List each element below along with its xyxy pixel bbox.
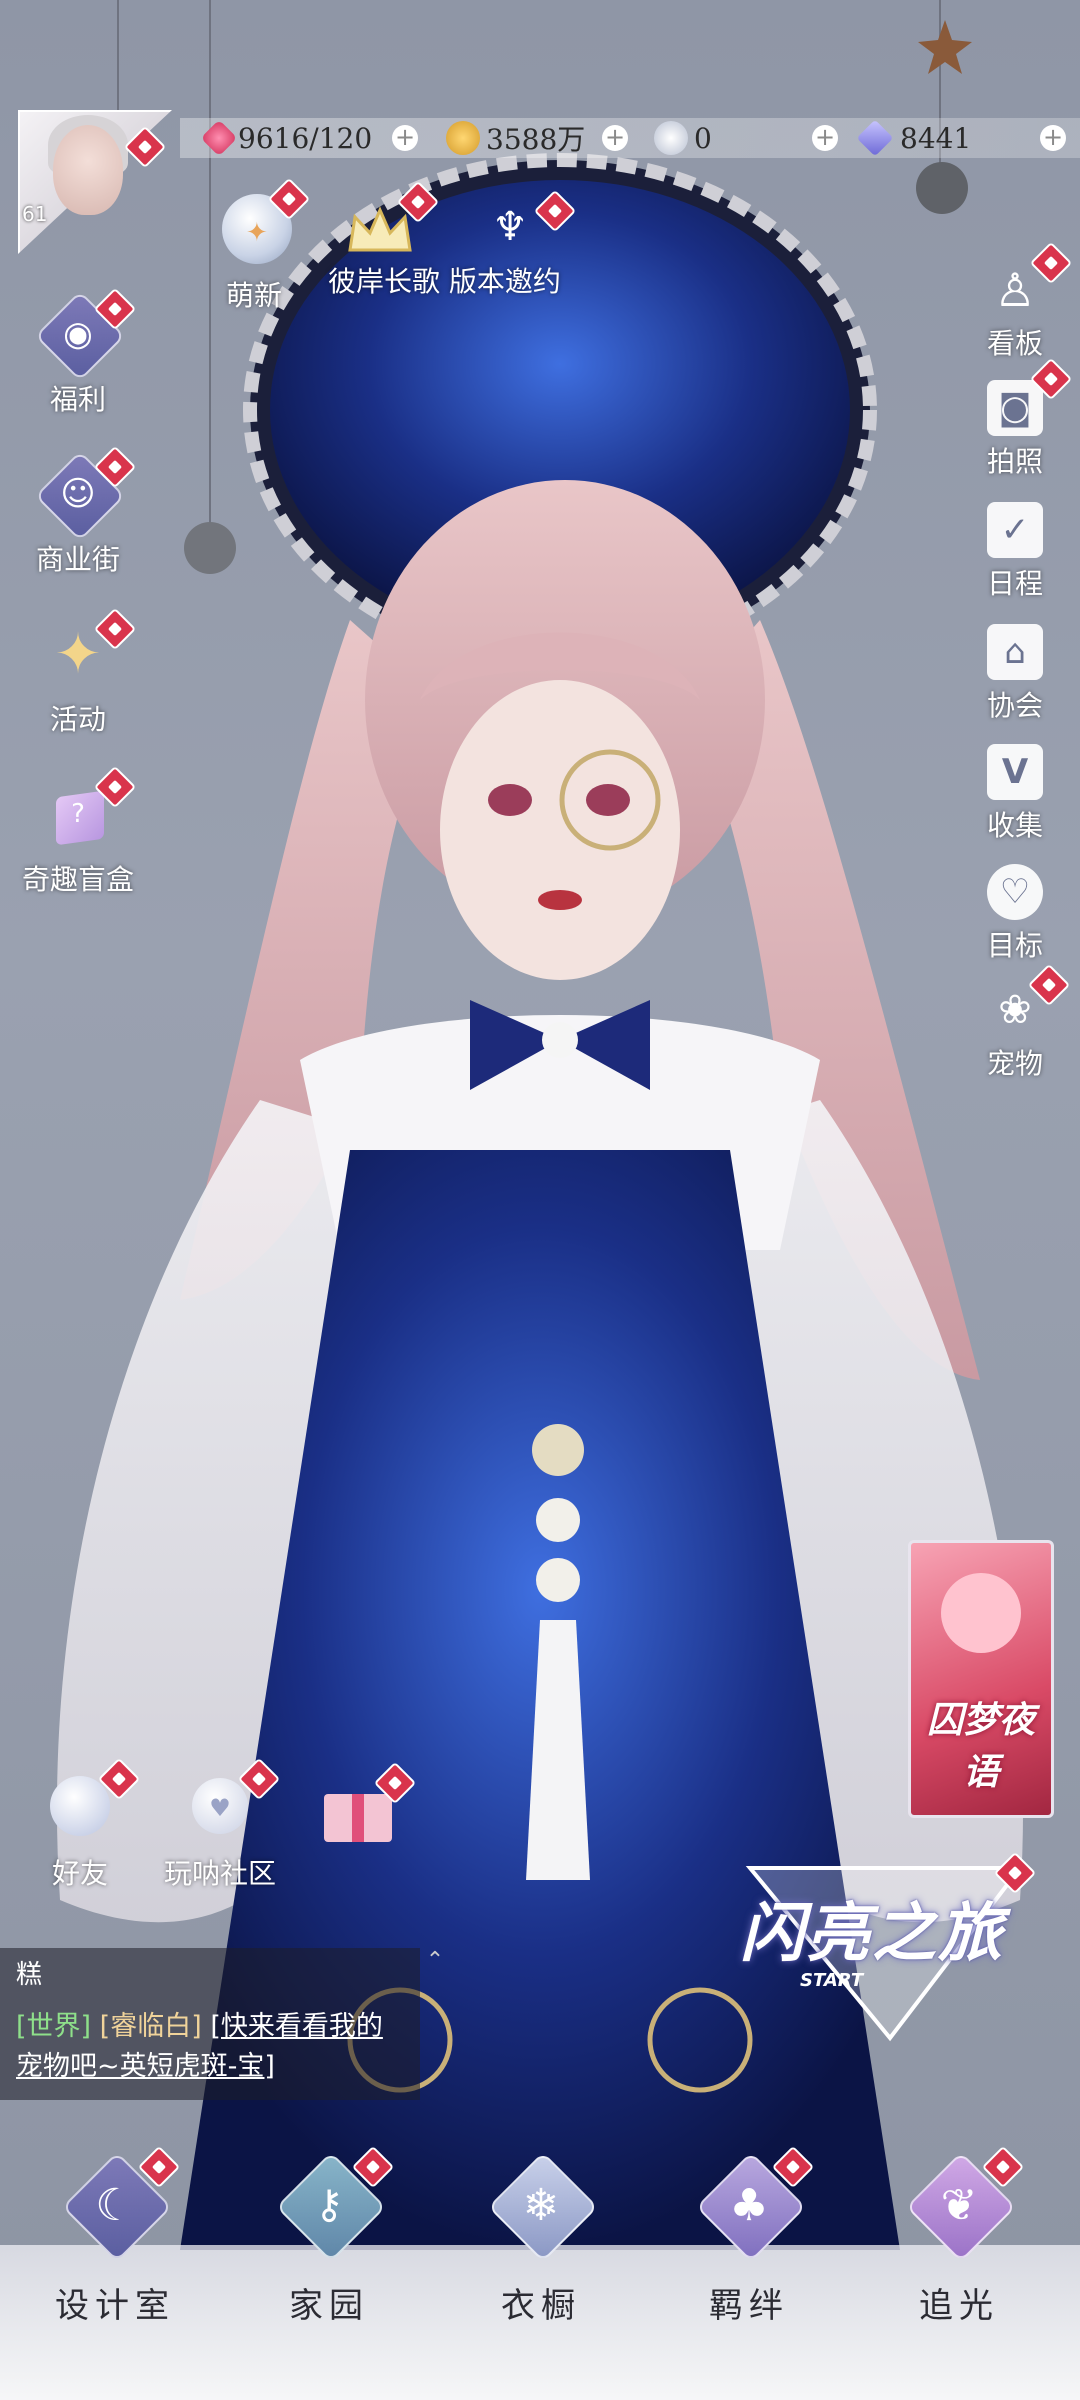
diamond-icon — [856, 119, 894, 157]
camera-glyph: ◙ — [998, 388, 1032, 428]
notification-dot — [533, 189, 577, 233]
nav-design-room[interactable]: ☾ 设计室 — [30, 2145, 200, 2327]
moon-icon: ☾ — [60, 2145, 181, 2263]
gift-ribbon — [352, 1794, 364, 1842]
friends-button[interactable]: 好友 — [10, 1757, 150, 1892]
banner-title: 囚梦夜语 — [926, 1700, 1035, 1793]
wardrobe-label: 衣橱 — [501, 2286, 581, 2326]
chevron-up-icon[interactable]: ⌃ — [420, 1948, 450, 1978]
resource-crystal: 0 — [654, 118, 712, 158]
chat-line: 宠物吧~英短虎斑-宝] — [16, 2044, 275, 2083]
key-icon: ⚷ — [274, 2145, 395, 2263]
journey-start-button[interactable]: 闪亮之旅 START — [730, 1851, 1037, 2048]
board-label: 看板 — [986, 327, 1043, 360]
gold-coin-icon — [446, 121, 480, 155]
gold-value: 3588万 — [486, 123, 586, 156]
left-menu-shopping[interactable]: ☺ 商业街 — [8, 445, 148, 578]
butterfly-icon: ✦ — [246, 218, 268, 248]
journey-start-label: START — [800, 1970, 864, 1991]
events-label: 活动 — [49, 703, 106, 736]
home-label: 家园 — [289, 2286, 369, 2326]
chat-channel: [世界] — [16, 2011, 92, 2042]
schedule-label: 日程 — [986, 567, 1043, 600]
right-menu-pets[interactable]: ❀ 宠物 — [970, 963, 1071, 1082]
chat-line: [世界] [睿临白] [快来看看我的 — [16, 2004, 383, 2043]
banner-character — [941, 1573, 1021, 1653]
check-glyph: ✓ — [1000, 510, 1030, 550]
plus-icon: + — [602, 125, 628, 151]
newbie-label: 萌新 — [225, 279, 282, 312]
figure-glyph: ♙ — [994, 263, 1036, 317]
mystery-box-label: 奇趣盲盒 — [21, 863, 134, 896]
world-chat[interactable]: 糕 [世界] [睿临白] [快来看看我的 宠物吧~英短虎斑-宝] — [0, 1948, 420, 2100]
guild-label: 协会 — [986, 689, 1043, 722]
nav-wardrobe[interactable]: ❄ 衣橱 — [456, 2150, 626, 2327]
version-invite-label: 彼岸长歌 版本邀约 — [328, 265, 561, 298]
avatar-portrait — [53, 125, 123, 215]
plus-icon: + — [392, 125, 418, 151]
v-glyph: V — [1001, 752, 1029, 792]
bond-label: 羁绊 — [709, 2286, 789, 2326]
goals-label: 目标 — [986, 929, 1043, 962]
calendar-check-icon: ✓ — [987, 502, 1043, 558]
right-menu-guild[interactable]: ⌂ 协会 — [970, 624, 1060, 724]
right-menu-board[interactable]: ♙ 看板 — [970, 241, 1073, 362]
stamina-value: 9616/120 — [238, 121, 373, 155]
plus-icon: + — [1040, 125, 1066, 151]
snowflake-glyph: ❄ — [522, 2179, 560, 2231]
swan-icon: ♆ — [492, 204, 528, 250]
photo-label: 拍照 — [986, 445, 1043, 478]
chat-message[interactable]: [快来看看我的 — [210, 2011, 383, 2042]
chat-message-cont[interactable]: 宠物吧~英短虎斑-宝] — [16, 2051, 275, 2082]
nav-home[interactable]: ⚷ 家园 — [244, 2145, 414, 2327]
left-menu-events[interactable]: ✦ 活动 — [8, 607, 148, 738]
v-badge-icon: V — [987, 744, 1043, 800]
right-menu-collection[interactable]: V 收集 — [970, 744, 1060, 844]
version-invite-event[interactable]: ♆ 彼岸长歌 版本邀约 — [320, 189, 600, 306]
clover-icon: ♣ — [694, 2145, 815, 2263]
butterfly-icon: ❦ — [904, 2145, 1025, 2263]
nav-chase-light[interactable]: ❦ 追光 — [874, 2145, 1044, 2327]
heart-gem-icon — [200, 119, 238, 157]
snow-crystal-icon — [654, 121, 688, 155]
newbie-event[interactable]: ✦ 萌新 — [184, 177, 324, 314]
chat-sender: 糕 — [16, 1960, 43, 1990]
friends-bubble — [50, 1776, 110, 1836]
figure-icon: ♙ — [987, 262, 1043, 318]
diamond-value: 8441 — [900, 121, 972, 155]
nav-bond[interactable]: ♣ 羁绊 — [664, 2145, 834, 2327]
resource-gold: 3588万 — [446, 118, 585, 158]
journey-title: 闪亮之旅 — [740, 1897, 1004, 1971]
crystal-value: 0 — [694, 121, 712, 155]
shopping-label: 商业街 — [35, 543, 120, 576]
left-menu-mystery-box[interactable]: ? 奇趣盲盒 — [8, 765, 148, 898]
collection-label: 收集 — [986, 809, 1043, 842]
community-label: 玩呐社区 — [163, 1857, 276, 1890]
welfare-label: 福利 — [49, 383, 106, 416]
design-room-label: 设计室 — [55, 2286, 175, 2326]
gift-box-icon[interactable] — [324, 1761, 417, 1842]
right-menu-schedule[interactable]: ✓ 日程 — [970, 502, 1060, 602]
building-icon: ⌂ — [987, 624, 1043, 680]
friends-label: 好友 — [51, 1857, 108, 1890]
camera-icon: ◙ — [987, 380, 1043, 436]
event-banner[interactable]: 囚梦夜语 — [908, 1540, 1054, 1818]
player-avatar[interactable]: 61 — [18, 110, 172, 254]
player-level: 61 — [22, 202, 48, 226]
medal-icon: ♡ — [987, 864, 1043, 920]
resource-stamina: 9616/120 — [200, 118, 373, 158]
left-menu-welfare[interactable]: ◉ 福利 — [8, 287, 148, 418]
building-glyph: ⌂ — [1004, 632, 1026, 672]
community-button[interactable]: ♥ 玩呐社区 — [150, 1757, 290, 1892]
right-menu-photo[interactable]: ◙ 拍照 — [970, 357, 1073, 480]
pets-label: 宠物 — [986, 1047, 1043, 1080]
snowflake-icon: ❄ — [486, 2150, 599, 2263]
right-menu-goals[interactable]: ♡ 目标 — [970, 864, 1060, 964]
medal-glyph: ♡ — [999, 872, 1031, 912]
plus-icon: + — [812, 125, 838, 151]
chat-user[interactable]: [睿临白] — [100, 2011, 202, 2042]
resource-diamond: 8441 — [856, 118, 972, 158]
chase-light-label: 追光 — [919, 2286, 999, 2326]
